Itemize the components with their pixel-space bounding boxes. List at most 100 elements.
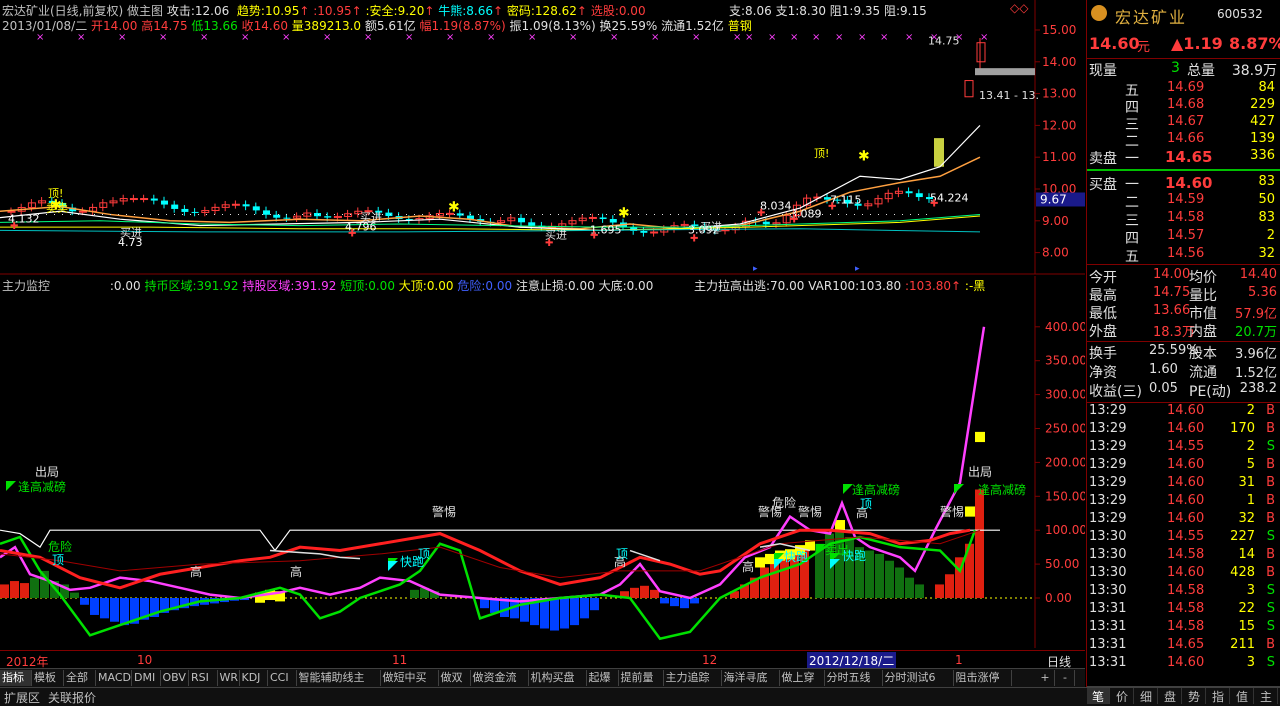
tick-row: 13:30 14.58 14 B — [1087, 547, 1280, 565]
positive-green-bar — [915, 584, 924, 598]
lower-title[interactable]: 主力监控 — [2, 279, 50, 293]
ask-row[interactable]: 五 14.69 84 — [1087, 80, 1280, 99]
indicator-tab[interactable]: 阻击涨停 — [954, 670, 1012, 686]
indicator-annotation: 逢高减磅 — [978, 482, 1026, 497]
range-bar — [975, 68, 1035, 76]
negative-bar — [570, 598, 579, 626]
upper-axis-label: 14.00 — [1042, 55, 1076, 69]
quote-tab[interactable]: 值 — [1231, 688, 1254, 704]
indicator-tab[interactable]: DMI — [132, 670, 161, 686]
indicator-tab[interactable]: 分时五线 — [825, 670, 883, 686]
indicator-tab[interactable]: WR — [218, 670, 240, 686]
candle-body — [385, 212, 393, 217]
candle-body — [650, 231, 659, 234]
stat-label: PE(动) — [1189, 384, 1232, 400]
candle-body — [915, 193, 923, 198]
positive-red-bar — [760, 567, 769, 598]
ask-row[interactable]: 卖盘一 14.65 336 — [1087, 148, 1280, 167]
indicator-tab[interactable]: 做上穿 — [780, 670, 825, 686]
quote-tab[interactable]: 细 — [1135, 688, 1158, 704]
diamond-icon[interactable]: ◇◇ — [1010, 1, 1028, 15]
indicator-tab[interactable]: 全部 — [64, 670, 96, 686]
quote-tab[interactable]: 笔 — [1087, 688, 1110, 704]
tick-side: B — [1266, 493, 1275, 508]
tab-control-button[interactable]: + — [1036, 670, 1055, 686]
bar-high: 高14.75 — [141, 19, 188, 33]
indicator-tab[interactable]: 指标 — [0, 670, 32, 686]
tick-side: B — [1266, 403, 1275, 418]
positive-green-bar — [885, 560, 894, 598]
tab-control-button[interactable]: - — [1056, 670, 1075, 686]
candle-body — [191, 211, 199, 213]
short-label: 短顶: — [340, 279, 369, 293]
negative-bar — [90, 598, 99, 615]
indicator-tab[interactable]: 主力追踪 — [664, 670, 722, 686]
indicator-tab[interactable]: KDJ — [240, 670, 268, 686]
tick-volume: 428 — [1230, 565, 1255, 580]
indicator-tab[interactable]: 做短中买 — [381, 670, 439, 686]
bid-row[interactable]: 四 14.57 2 — [1087, 228, 1280, 247]
stock-title: 宏达矿业(日线,前复权) — [2, 4, 124, 18]
down-arrow-icon: ✚ — [828, 202, 836, 213]
tail-label: :-黑 — [964, 279, 986, 293]
bid-row[interactable]: 二 14.59 50 — [1087, 192, 1280, 211]
candle-body — [27, 202, 36, 209]
tick-time: 13:30 — [1089, 583, 1127, 598]
var-label: VAR100: — [808, 279, 860, 293]
candle-body — [231, 203, 240, 206]
ask-row[interactable]: 二 14.66 139 — [1087, 131, 1280, 150]
indicator-tab[interactable]: 海洋寻底 — [722, 670, 780, 686]
tick-side: S — [1266, 583, 1275, 598]
bid-row[interactable]: 五 14.56 32 — [1087, 246, 1280, 265]
candle-body — [181, 208, 189, 212]
stat-label: 流通 — [1189, 365, 1217, 381]
price-unit: 元 — [1137, 40, 1151, 55]
tick-list[interactable]: 13:29 14.60 2 B 13:29 14.60 170 B 13:29 14.55 2 S 13… — [1087, 402, 1280, 683]
candle-body — [640, 230, 648, 233]
indicator-tab[interactable]: 做资金流 — [471, 670, 529, 686]
ask-row[interactable]: 三 14.67 427 — [1087, 114, 1280, 133]
indicator-name[interactable]: 做主图 — [127, 4, 163, 18]
quote-tab[interactable]: 主 — [1255, 688, 1278, 704]
indicator-tab[interactable]: 模板 — [32, 670, 64, 686]
bid-row[interactable]: 买盘一 14.60 83 — [1087, 174, 1280, 193]
tick-price: 14.60 — [1167, 457, 1205, 472]
indicator-chart[interactable]: 400.00350.00300.00250.00200.00150.00100.… — [0, 276, 1085, 666]
tick-volume: 31 — [1238, 475, 1255, 490]
quote-tab[interactable]: 指 — [1207, 688, 1230, 704]
indicator-tab[interactable]: MACD — [96, 670, 132, 686]
ext-area-button[interactable]: 扩展区 — [4, 689, 40, 706]
quote-tab[interactable]: 价 — [1111, 688, 1134, 704]
lower-axis-label: 300.00 — [1045, 388, 1085, 402]
indicator-tab[interactable]: 智能辅助线主 — [297, 670, 381, 686]
candle-body — [273, 214, 281, 218]
safe-value: 9.20 — [397, 4, 425, 18]
down-arrow-icon: ✚ — [545, 238, 553, 249]
stat-row: 最高 14.75 量比 5.36 — [1087, 285, 1280, 304]
stat-label: 今开 — [1089, 270, 1117, 286]
yellow-marker-bar — [765, 553, 775, 565]
indicator-tab[interactable]: CCI — [268, 670, 297, 686]
indicator-tab[interactable]: OBV — [161, 670, 189, 686]
stat-row: 外盘 18.3万 内盘 20.7万 — [1087, 321, 1280, 340]
indicator-tab[interactable]: 机构买盘 — [529, 670, 587, 686]
related-quote-button[interactable]: 关联报价 — [48, 689, 96, 706]
tick-price: 14.60 — [1167, 403, 1205, 418]
danger2-label: 危险: — [457, 279, 486, 293]
indicator-tab[interactable]: RSI — [189, 670, 218, 686]
upper-axis-label: 8.00 — [1042, 246, 1069, 260]
indicator-tab[interactable]: 提前量 — [619, 670, 664, 686]
candle-body — [905, 191, 913, 194]
chart-area[interactable]: 15.00 14.00 13.00 12.00 11.00 1 0.00 9.00 8.00 9.… — [0, 0, 1085, 669]
quote-tab[interactable]: 势 — [1183, 688, 1206, 704]
ask-row[interactable]: 四 14.68 229 — [1087, 97, 1280, 116]
bid-row[interactable]: 三 14.58 83 — [1087, 210, 1280, 229]
indicator-annotation: 出局 — [968, 465, 992, 479]
quote-tab[interactable]: 盘 — [1159, 688, 1182, 704]
indicator-tab[interactable]: 起爆 — [587, 670, 619, 686]
negative-bar — [110, 598, 119, 622]
candlestick-chart[interactable]: 15.0014.0013.0012.0011.0010.009.008.009.… — [0, 0, 1085, 275]
indicator-tab[interactable]: 做双 — [439, 670, 471, 686]
attack-value: 12.06 — [194, 4, 230, 18]
indicator-tab[interactable]: 分时测试6 — [883, 670, 954, 686]
